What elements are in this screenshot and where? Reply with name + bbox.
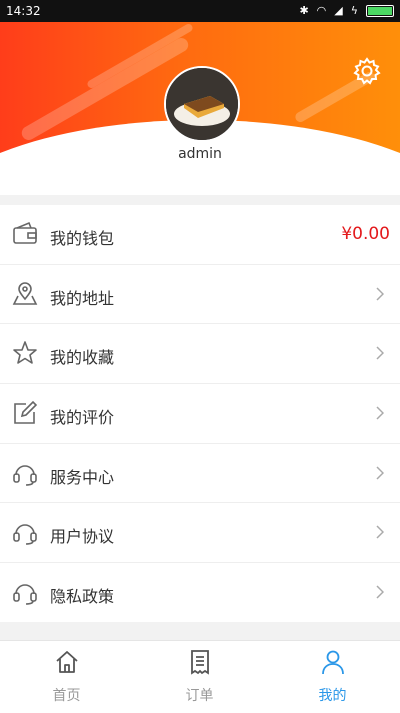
headset-icon [13, 524, 37, 546]
location-icon [12, 281, 38, 305]
chevron-right-icon [376, 585, 384, 599]
cake-avatar-image [166, 68, 238, 140]
star-icon [13, 341, 37, 365]
chevron-right-icon [376, 346, 384, 360]
menu-item-label: 我的钱包 [50, 229, 115, 248]
battery-icon [366, 5, 394, 17]
tab-orders[interactable]: 订单 [133, 641, 266, 713]
menu-item-favorites[interactable]: 我的收藏 [0, 324, 400, 385]
status-icons: ✱ ◠ ◢ ϟ [299, 3, 394, 19]
headset-icon [13, 464, 37, 486]
wifi-icon: ◠ [316, 4, 327, 17]
menu-item-label: 我的评价 [50, 408, 115, 428]
menu-item-label: 我的收藏 [50, 348, 115, 368]
edit-icon [14, 400, 38, 424]
menu-item-label: 服务中心 [50, 467, 115, 487]
menu-item-wallet[interactable]: 我的钱包 ¥0.00 [0, 205, 400, 265]
tab-mine[interactable]: 我的 [266, 641, 399, 713]
chevron-right-icon [376, 466, 384, 480]
menu-item-service-center[interactable]: 服务中心 [0, 444, 400, 504]
chevron-right-icon [376, 287, 384, 301]
menu-item-privacy-policy[interactable]: 隐私政策 [0, 563, 400, 622]
menu-item-label: 隐私政策 [50, 587, 115, 607]
chevron-right-icon [376, 525, 384, 539]
home-icon [56, 651, 78, 673]
avatar[interactable] [164, 66, 240, 142]
menu-item-reviews[interactable]: 我的评价 [0, 384, 400, 444]
tab-label: 我的 [318, 688, 347, 704]
menu-item-label: 用户协议 [50, 527, 115, 547]
wallet-icon [13, 221, 37, 244]
settings-gear-icon[interactable] [352, 56, 382, 86]
menu-item-label: 我的地址 [50, 288, 115, 308]
bluetooth-icon: ✱ [299, 4, 309, 17]
profile-menu: 我的钱包 ¥0.00 我的地址 我的收藏 我的评价 服务中心 用户协议 隐私政策 [0, 205, 400, 622]
wallet-balance: ¥0.00 [341, 224, 390, 244]
orders-icon [191, 650, 209, 675]
chevron-right-icon [376, 406, 384, 420]
username: admin [178, 146, 222, 162]
menu-item-address[interactable]: 我的地址 [0, 265, 400, 325]
user-icon [322, 650, 344, 675]
tab-label: 订单 [185, 688, 214, 704]
menu-item-user-agreement[interactable]: 用户协议 [0, 503, 400, 564]
status-bar: 14:32 ✱ ◠ ◢ ϟ [0, 0, 400, 22]
tab-home[interactable]: 首页 [0, 641, 133, 713]
status-time: 14:32 [6, 4, 41, 18]
charging-icon: ϟ [350, 4, 358, 17]
tab-label: 首页 [52, 688, 81, 704]
signal-icon: ◢ [334, 4, 343, 17]
headset-icon [13, 584, 37, 605]
bottom-tab-bar: 首页 订单 我的 [0, 640, 400, 713]
